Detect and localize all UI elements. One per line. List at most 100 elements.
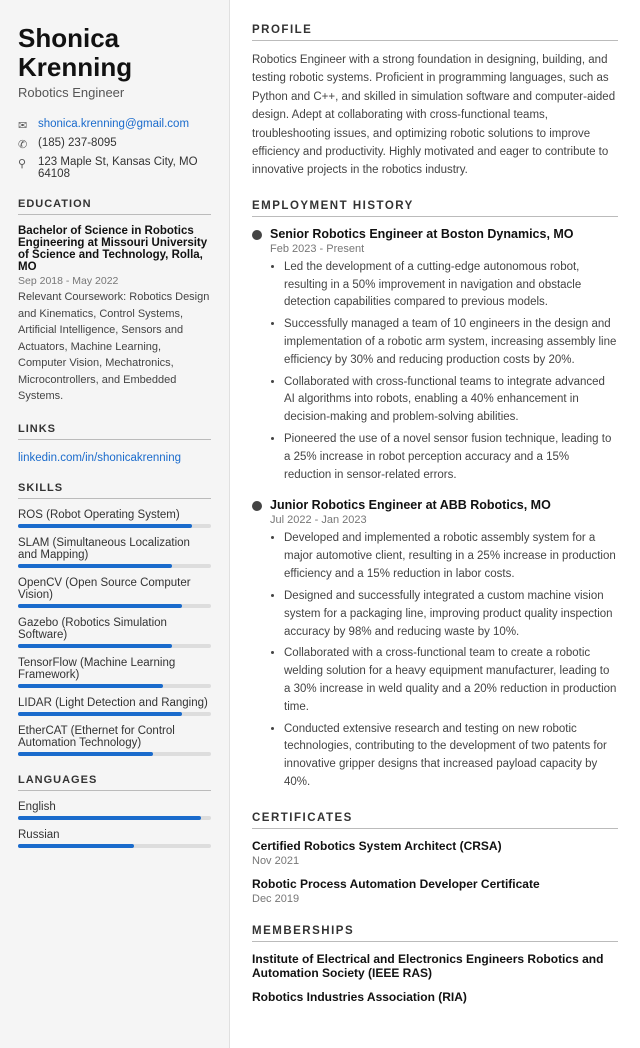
- edu-degree: Bachelor of Science in Robotics Engineer…: [18, 225, 211, 273]
- job-bullets: Developed and implemented a robotic asse…: [270, 530, 618, 791]
- languages-title: Languages: [18, 774, 211, 791]
- profile-text: Robotics Engineer with a strong foundati…: [252, 51, 618, 180]
- memberships-section: Memberships Institute of Electrical and …: [252, 925, 618, 1004]
- address-text: 123 Maple St, Kansas City, MO 64108: [38, 156, 211, 180]
- language-name: Russian: [18, 829, 211, 841]
- skill-item: ROS (Robot Operating System): [18, 509, 211, 528]
- job-dot: [252, 230, 262, 240]
- edu-courses: Relevant Coursework: Robotics Design and…: [18, 289, 211, 405]
- job-bullet: Collaborated with cross-functional teams…: [284, 374, 618, 427]
- employment-section: Employment History Senior Robotics Engin…: [252, 200, 618, 792]
- job-bullet: Collaborated with a cross-functional tea…: [284, 645, 618, 716]
- skills-list: ROS (Robot Operating System) SLAM (Simul…: [18, 509, 211, 756]
- education-section: Education Bachelor of Science in Robotic…: [18, 198, 211, 405]
- skill-bar-bg: [18, 712, 211, 716]
- languages-list: English Russian: [18, 801, 211, 848]
- skill-name: ROS (Robot Operating System): [18, 509, 211, 521]
- skill-bar-bg: [18, 752, 211, 756]
- job-bullets: Led the development of a cutting-edge au…: [270, 259, 618, 485]
- skill-bar-bg: [18, 524, 211, 528]
- cert-date: Dec 2019: [252, 893, 618, 905]
- language-item: Russian: [18, 829, 211, 848]
- languages-section: Languages English Russian: [18, 774, 211, 848]
- job-title-text: Junior Robotics Engineer at ABB Robotics…: [270, 498, 551, 512]
- skill-bar-fill: [18, 644, 172, 648]
- skill-bar-bg: [18, 604, 211, 608]
- skill-bar-fill: [18, 524, 192, 528]
- job-entry: Junior Robotics Engineer at ABB Robotics…: [252, 498, 618, 791]
- memberships-list: Institute of Electrical and Electronics …: [252, 952, 618, 1004]
- skill-bar-bg: [18, 564, 211, 568]
- skill-name: LIDAR (Light Detection and Ranging): [18, 697, 211, 709]
- skill-item: Gazebo (Robotics Simulation Software): [18, 617, 211, 648]
- cert-entry: Certified Robotics System Architect (CRS…: [252, 839, 618, 867]
- name-section: Shonica Krenning Robotics Engineer: [18, 24, 211, 100]
- job-date: Feb 2023 - Present: [270, 243, 618, 255]
- candidate-job-title: Robotics Engineer: [18, 85, 211, 100]
- job-dot: [252, 501, 262, 511]
- sidebar: Shonica Krenning Robotics Engineer ✉ sho…: [0, 0, 230, 1048]
- links-title: Links: [18, 423, 211, 440]
- email-contact: ✉ shonica.krenning@gmail.com: [18, 118, 211, 132]
- job-bullet: Conducted extensive research and testing…: [284, 721, 618, 792]
- links-section: Links linkedin.com/in/shonicakrenning: [18, 423, 211, 464]
- language-name: English: [18, 801, 211, 813]
- skill-name: OpenCV (Open Source Computer Vision): [18, 577, 211, 601]
- job-header: Senior Robotics Engineer at Boston Dynam…: [252, 227, 618, 241]
- main-content: Profile Robotics Engineer with a strong …: [230, 0, 640, 1048]
- lang-bar-bg: [18, 844, 211, 848]
- job-date: Jul 2022 - Jan 2023: [270, 514, 618, 526]
- skill-bar-fill: [18, 752, 153, 756]
- job-bullet: Successfully managed a team of 10 engine…: [284, 316, 618, 369]
- contact-section: ✉ shonica.krenning@gmail.com ✆ (185) 237…: [18, 118, 211, 180]
- candidate-name: Shonica Krenning: [18, 24, 211, 81]
- membership-name: Robotics Industries Association (RIA): [252, 990, 618, 1004]
- email-icon: ✉: [18, 119, 32, 132]
- linkedin-link-item: linkedin.com/in/shonicakrenning: [18, 450, 211, 464]
- phone-contact: ✆ (185) 237-8095: [18, 137, 211, 151]
- skill-item: SLAM (Simultaneous Localization and Mapp…: [18, 537, 211, 568]
- profile-title: Profile: [252, 24, 618, 41]
- job-header: Junior Robotics Engineer at ABB Robotics…: [252, 498, 618, 512]
- skill-bar-bg: [18, 684, 211, 688]
- certificates-title: Certificates: [252, 812, 618, 829]
- skill-bar-fill: [18, 564, 172, 568]
- membership-entry: Robotics Industries Association (RIA): [252, 990, 618, 1004]
- skill-item: OpenCV (Open Source Computer Vision): [18, 577, 211, 608]
- profile-section: Profile Robotics Engineer with a strong …: [252, 24, 618, 180]
- job-bullet: Designed and successfully integrated a c…: [284, 588, 618, 641]
- email-link[interactable]: shonica.krenning@gmail.com: [38, 118, 189, 130]
- certificates-section: Certificates Certified Robotics System A…: [252, 812, 618, 905]
- skill-item: EtherCAT (Ethernet for Control Automatio…: [18, 725, 211, 756]
- skill-name: SLAM (Simultaneous Localization and Mapp…: [18, 537, 211, 561]
- education-title: Education: [18, 198, 211, 215]
- location-icon: ⚲: [18, 157, 32, 170]
- membership-name: Institute of Electrical and Electronics …: [252, 952, 618, 980]
- membership-entry: Institute of Electrical and Electronics …: [252, 952, 618, 980]
- edu-date: Sep 2018 - May 2022: [18, 275, 211, 287]
- cert-name: Certified Robotics System Architect (CRS…: [252, 839, 618, 853]
- skill-name: TensorFlow (Machine Learning Framework): [18, 657, 211, 681]
- certs-list: Certified Robotics System Architect (CRS…: [252, 839, 618, 905]
- skill-name: EtherCAT (Ethernet for Control Automatio…: [18, 725, 211, 749]
- skill-bar-fill: [18, 684, 163, 688]
- linkedin-link[interactable]: linkedin.com/in/shonicakrenning: [18, 452, 181, 464]
- skills-title: Skills: [18, 482, 211, 499]
- job-entry: Senior Robotics Engineer at Boston Dynam…: [252, 227, 618, 485]
- skill-item: LIDAR (Light Detection and Ranging): [18, 697, 211, 716]
- job-title-text: Senior Robotics Engineer at Boston Dynam…: [270, 227, 574, 241]
- employment-title: Employment History: [252, 200, 618, 217]
- lang-bar-fill: [18, 844, 134, 848]
- skill-item: TensorFlow (Machine Learning Framework): [18, 657, 211, 688]
- cert-date: Nov 2021: [252, 855, 618, 867]
- phone-icon: ✆: [18, 138, 32, 151]
- skill-bar-bg: [18, 644, 211, 648]
- skill-bar-fill: [18, 604, 182, 608]
- job-bullet: Developed and implemented a robotic asse…: [284, 530, 618, 583]
- cert-entry: Robotic Process Automation Developer Cer…: [252, 877, 618, 905]
- skills-section: Skills ROS (Robot Operating System) SLAM…: [18, 482, 211, 756]
- lang-bar-bg: [18, 816, 211, 820]
- memberships-title: Memberships: [252, 925, 618, 942]
- skill-name: Gazebo (Robotics Simulation Software): [18, 617, 211, 641]
- job-bullet: Pioneered the use of a novel sensor fusi…: [284, 431, 618, 484]
